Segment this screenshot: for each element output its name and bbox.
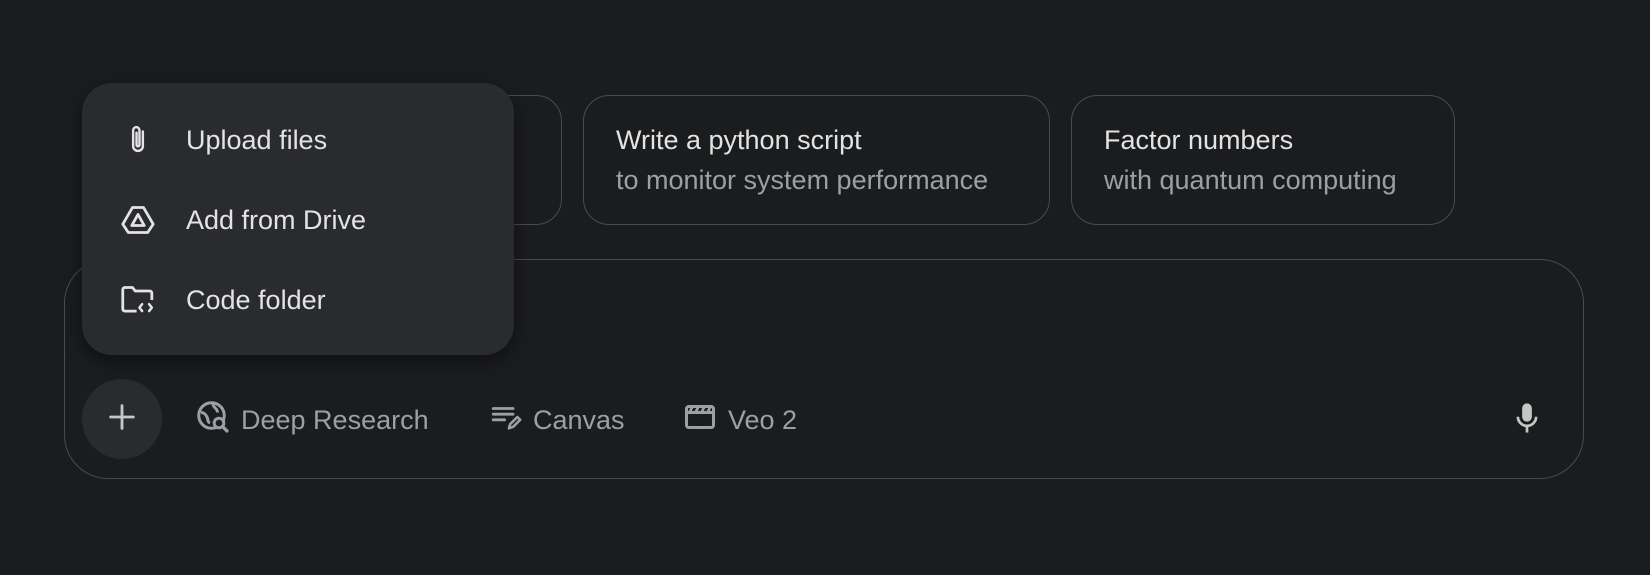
drive-icon [120,202,156,238]
gemini-start-screen: e Write a python script to monitor syste… [0,0,1650,575]
canvas-button[interactable]: Canvas [489,400,625,440]
menu-item-label: Add from Drive [186,204,367,235]
canvas-icon [489,400,523,441]
suggestion-subtitle: to monitor system performance [616,165,989,195]
menu-item-code-folder[interactable]: Code folder [82,260,514,340]
menu-item-label: Upload files [186,124,328,155]
menu-item-add-from-drive[interactable]: Add from Drive [82,180,514,260]
video-icon [682,399,718,442]
suggestion-chip-3[interactable]: Factor numbers with quantum computing [1071,95,1455,225]
microphone-icon [1512,401,1542,440]
suggestion-title: Factor numbers [1104,125,1294,155]
upload-menu: Upload files Add from Drive Code folder [82,83,514,355]
deep-research-label: Deep Research [241,404,429,435]
code-folder-icon [120,282,156,318]
deep-research-icon [195,399,231,442]
suggestion-subtitle: with quantum computing [1104,165,1397,195]
canvas-label: Canvas [533,404,625,435]
deep-research-button[interactable]: Deep Research [195,400,429,440]
microphone-button[interactable] [1505,398,1549,442]
menu-item-upload-files[interactable]: Upload files [82,100,514,180]
menu-item-label: Code folder [186,284,326,315]
add-attachment-button[interactable] [82,379,162,459]
veo-label: Veo 2 [728,404,798,435]
suggestion-title: Write a python script [616,125,862,155]
plus-icon [105,400,139,439]
veo-button[interactable]: Veo 2 [682,400,797,440]
paperclip-icon [120,122,156,158]
suggestion-chip-2[interactable]: Write a python script to monitor system … [583,95,1050,225]
